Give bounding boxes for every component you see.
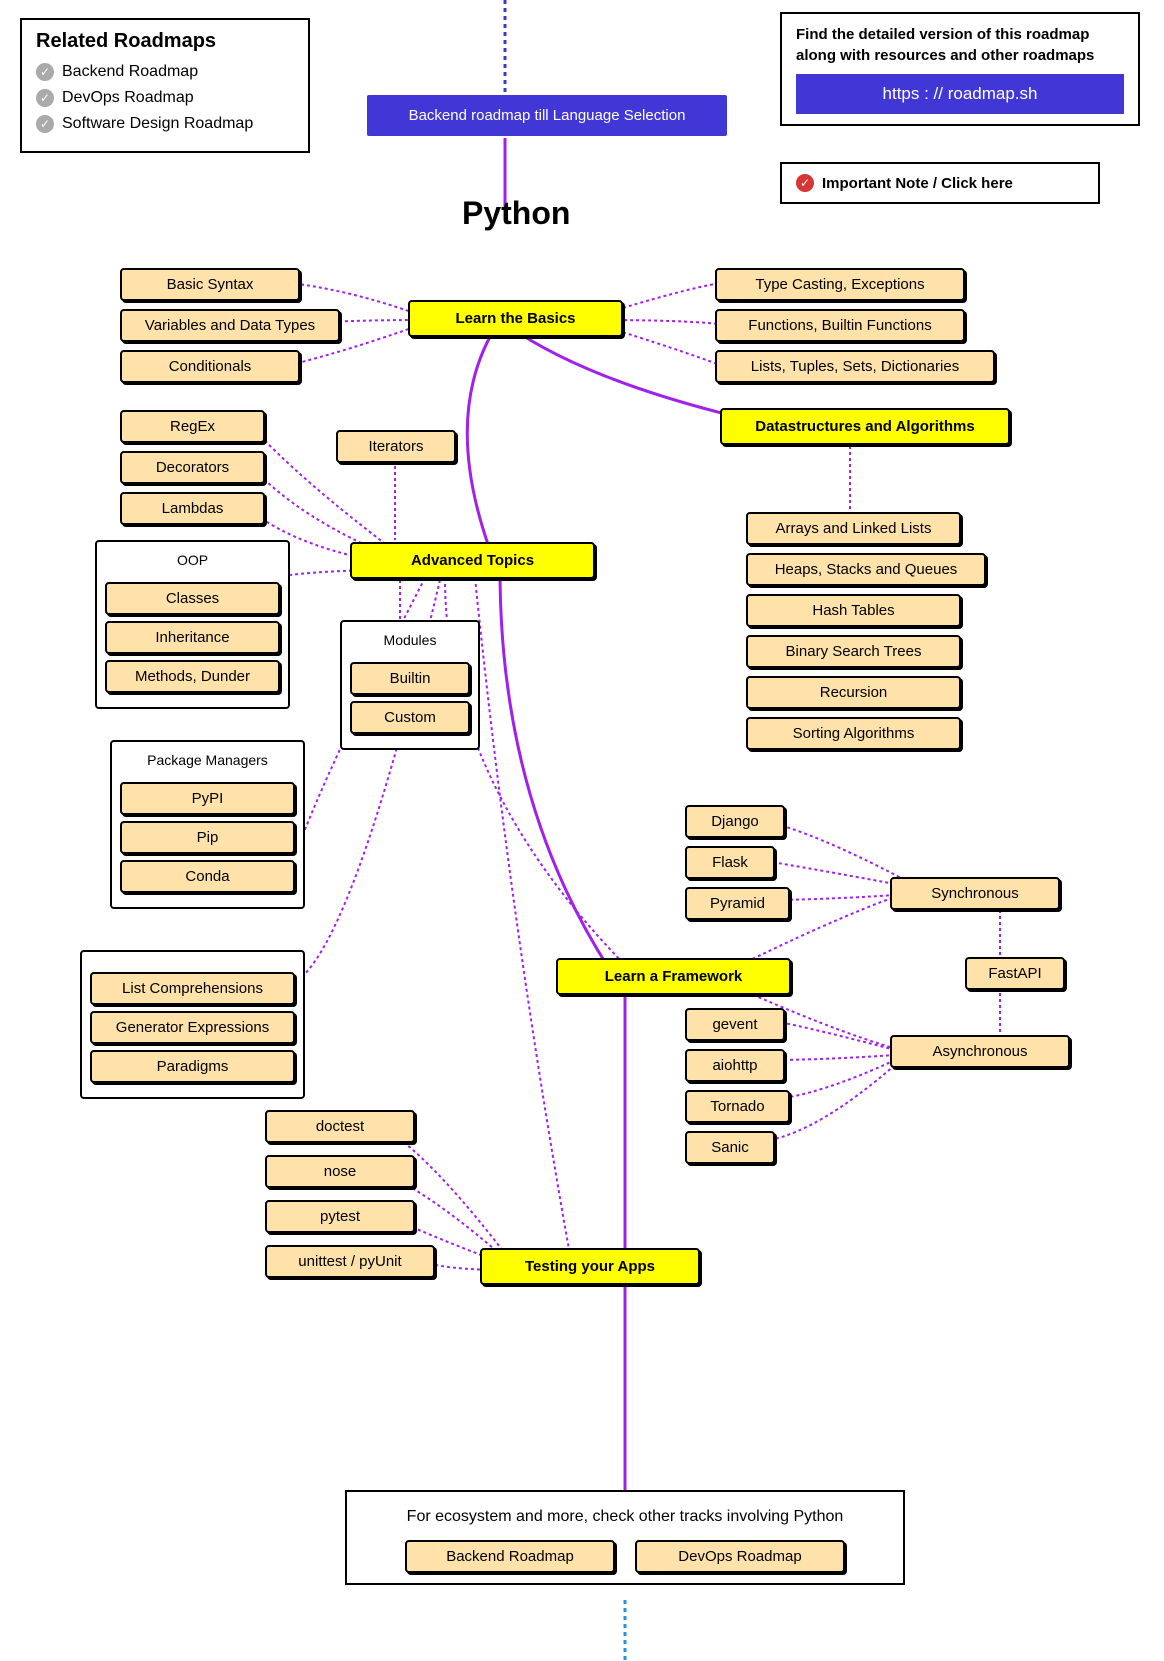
footer-text: For ecosystem and more, check other trac… [361,1508,889,1526]
footer-link[interactable]: DevOps Roadmap [635,1540,845,1573]
topic-node[interactable]: Methods, Dunder [105,660,280,693]
topic-node[interactable]: Generator Expressions [90,1011,295,1044]
topic-node[interactable]: doctest [265,1110,415,1143]
main-node-advanced[interactable]: Advanced Topics [350,542,595,579]
topic-node[interactable]: Conditionals [120,350,300,383]
topic-node[interactable]: Inheritance [105,621,280,654]
oop-panel: OOP Classes Inheritance Methods, Dunder [95,540,290,709]
main-node-testing[interactable]: Testing your Apps [480,1248,700,1285]
topic-node[interactable]: Django [685,805,785,838]
topic-node[interactable]: nose [265,1155,415,1188]
footer-panel: For ecosystem and more, check other trac… [345,1490,905,1585]
topic-node[interactable]: Lambdas [120,492,265,525]
check-icon: ✓ [36,89,54,107]
topic-node[interactable]: Builtin [350,662,470,695]
main-node-basics[interactable]: Learn the Basics [408,300,623,337]
topic-node[interactable]: aiohttp [685,1049,785,1082]
topic-node[interactable]: FastAPI [965,957,1065,990]
package-managers-panel: Package Managers PyPI Pip Conda [110,740,305,909]
check-icon: ✓ [36,115,54,133]
topic-node[interactable]: Pip [120,821,295,854]
topic-node[interactable]: List Comprehensions [90,972,295,1005]
important-note[interactable]: ✓ Important Note / Click here [780,162,1100,204]
topic-node[interactable]: Recursion [746,676,961,709]
topic-node[interactable]: Synchronous [890,877,1060,910]
topic-node[interactable]: Variables and Data Types [120,309,340,342]
page-title: Python [462,195,570,232]
main-node-framework[interactable]: Learn a Framework [556,958,791,995]
related-item[interactable]: ✓DevOps Roadmap [36,89,294,107]
topic-node[interactable]: Flask [685,846,775,879]
topic-node[interactable]: Custom [350,701,470,734]
topic-node[interactable]: Sanic [685,1131,775,1164]
topic-node[interactable]: Classes [105,582,280,615]
topic-node[interactable]: RegEx [120,410,265,443]
topic-node[interactable]: Functions, Builtin Functions [715,309,965,342]
topic-node[interactable]: pytest [265,1200,415,1233]
important-note-label: Important Note / Click here [822,175,1013,192]
topic-node[interactable]: Sorting Algorithms [746,717,961,750]
topic-node[interactable]: Heaps, Stacks and Queues [746,553,986,586]
topic-node[interactable]: Paradigms [90,1050,295,1083]
related-roadmaps-title: Related Roadmaps [36,30,294,53]
related-item[interactable]: ✓Software Design Roadmap [36,115,294,133]
topic-node[interactable]: unittest / pyUnit [265,1245,435,1278]
related-item[interactable]: ✓Backend Roadmap [36,63,294,81]
topic-node[interactable]: Pyramid [685,887,790,920]
extras-panel: List Comprehensions Generator Expression… [80,950,305,1099]
panel-title: Modules [350,630,470,656]
topic-node[interactable]: Type Casting, Exceptions [715,268,965,301]
main-node-dsa[interactable]: Datastructures and Algorithms [720,408,1010,445]
topic-node[interactable]: Conda [120,860,295,893]
topic-node[interactable]: Iterators [336,430,456,463]
footer-link[interactable]: Backend Roadmap [405,1540,615,1573]
topic-node[interactable]: gevent [685,1008,785,1041]
topic-node[interactable]: Lists, Tuples, Sets, Dictionaries [715,350,995,383]
topic-node[interactable]: Tornado [685,1090,790,1123]
topic-node[interactable]: Arrays and Linked Lists [746,512,961,545]
modules-panel: Modules Builtin Custom [340,620,480,750]
panel-title: OOP [105,550,280,576]
related-roadmaps-panel: Related Roadmaps ✓Backend Roadmap ✓DevOp… [20,18,310,153]
topic-node[interactable]: Hash Tables [746,594,961,627]
topic-node[interactable]: Decorators [120,451,265,484]
detail-banner: Find the detailed version of this roadma… [780,12,1140,126]
roadmap-link-button[interactable]: https : // roadmap.sh [796,74,1124,114]
alert-icon: ✓ [796,174,814,192]
topic-node[interactable]: Basic Syntax [120,268,300,301]
topic-node[interactable]: PyPI [120,782,295,815]
topic-node[interactable]: Binary Search Trees [746,635,961,668]
topic-node[interactable]: Asynchronous [890,1035,1070,1068]
panel-title: Package Managers [120,750,295,776]
start-node[interactable]: Backend roadmap till Language Selection [367,95,727,136]
banner-text: Find the detailed version of this roadma… [796,24,1124,66]
check-icon: ✓ [36,63,54,81]
